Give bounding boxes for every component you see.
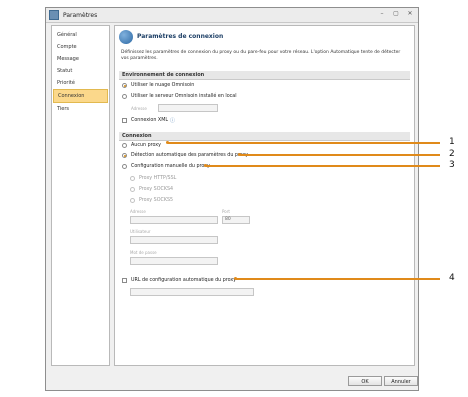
radio-no-proxy[interactable] bbox=[122, 143, 127, 148]
settings-window: Paramètres – ▢ ✕ Général Compte Message … bbox=[45, 7, 419, 391]
globe-icon bbox=[119, 30, 133, 44]
callout-number-4: 4 bbox=[449, 273, 455, 283]
option-no-proxy[interactable]: Aucun proxy bbox=[122, 143, 161, 148]
env-address-label: Adresse bbox=[131, 106, 147, 111]
option-pac-url-label: URL de configuration automatique du prox… bbox=[131, 278, 237, 283]
proxy-password-label: Mot de passe bbox=[130, 250, 157, 255]
connection-settings-panel: Paramètres de connexion Définissez les p… bbox=[114, 25, 415, 366]
option-proxy-http[interactable]: Proxy HTTP/SSL bbox=[130, 176, 176, 181]
callout-line-2 bbox=[240, 154, 440, 156]
minimize-icon[interactable]: – bbox=[378, 10, 386, 17]
option-auto-proxy[interactable]: Détection automatique des paramètres du … bbox=[122, 153, 248, 158]
proxy-password-field[interactable] bbox=[130, 257, 218, 265]
option-proxy-socks5-label: Proxy SOCKS5 bbox=[139, 198, 174, 203]
settings-sidebar: Général Compte Message Statut Priorité C… bbox=[51, 25, 110, 366]
option-no-proxy-label: Aucun proxy bbox=[131, 143, 161, 148]
option-pac-url[interactable]: URL de configuration automatique du prox… bbox=[122, 278, 236, 283]
callout-dot-2 bbox=[238, 153, 241, 156]
option-proxy-http-label: Proxy HTTP/SSL bbox=[139, 176, 177, 181]
option-manual-proxy[interactable]: Configuration manuelle du proxy bbox=[122, 164, 210, 169]
option-xml[interactable]: Connexion XML ⓘ bbox=[122, 117, 175, 124]
sidebar-item-connection[interactable]: Connexion bbox=[53, 89, 108, 103]
option-local-server-label: Utiliser le serveur Omnisoin installé en… bbox=[131, 94, 237, 99]
proxy-user-label: Utilisateur bbox=[130, 229, 151, 234]
sidebar-item-priority[interactable]: Priorité bbox=[52, 77, 109, 89]
radio-manual-proxy[interactable] bbox=[122, 164, 127, 169]
sidebar-item-general[interactable]: Général bbox=[52, 29, 109, 41]
callout-dot-1 bbox=[166, 141, 169, 144]
section-header-connection: Connexion bbox=[119, 132, 410, 141]
proxy-address-field[interactable] bbox=[130, 216, 218, 224]
checkbox-pac-url[interactable] bbox=[122, 278, 127, 283]
callout-number-1: 1 bbox=[449, 137, 455, 147]
cancel-button[interactable]: Annuler bbox=[384, 376, 418, 386]
ok-button[interactable]: OK bbox=[348, 376, 382, 386]
option-cloud-label: Utiliser le nuage Omnisoin bbox=[131, 83, 195, 88]
env-address-field[interactable] bbox=[158, 104, 218, 112]
sidebar-item-account[interactable]: Compte bbox=[52, 41, 109, 53]
callout-number-2: 2 bbox=[449, 149, 455, 159]
radio-proxy-http[interactable] bbox=[130, 176, 135, 181]
proxy-user-field[interactable] bbox=[130, 236, 218, 244]
close-icon[interactable]: ✕ bbox=[406, 10, 414, 17]
radio-proxy-socks4[interactable] bbox=[130, 187, 135, 192]
callout-line-4 bbox=[236, 278, 440, 280]
radio-cloud[interactable] bbox=[122, 83, 127, 88]
panel-description: Définissez les paramètres de connexion d… bbox=[121, 50, 401, 61]
option-auto-proxy-label: Détection automatique des paramètres du … bbox=[131, 153, 249, 158]
callout-dot-4 bbox=[234, 277, 237, 280]
maximize-icon[interactable]: ▢ bbox=[392, 10, 400, 17]
radio-proxy-socks5[interactable] bbox=[130, 198, 135, 203]
callout-number-3: 3 bbox=[449, 160, 455, 170]
page-title: Paramètres de connexion bbox=[137, 33, 224, 40]
option-proxy-socks5[interactable]: Proxy SOCKS5 bbox=[130, 198, 173, 203]
checkbox-xml[interactable] bbox=[122, 118, 127, 123]
sidebar-item-status[interactable]: Statut bbox=[52, 65, 109, 77]
radio-local-server[interactable] bbox=[122, 94, 127, 99]
pac-url-field[interactable] bbox=[130, 288, 254, 296]
option-cloud[interactable]: Utiliser le nuage Omnisoin bbox=[122, 83, 194, 88]
option-proxy-socks4-label: Proxy SOCKS4 bbox=[139, 187, 174, 192]
callout-line-3 bbox=[206, 165, 440, 167]
sidebar-item-third-party[interactable]: Tiers bbox=[52, 103, 109, 115]
info-icon[interactable]: ⓘ bbox=[170, 117, 175, 124]
proxy-port-field[interactable]: 80 bbox=[222, 216, 250, 224]
app-icon bbox=[49, 10, 59, 20]
callout-line-1 bbox=[168, 142, 440, 144]
window-title: Paramètres bbox=[63, 11, 98, 19]
section-header-environment: Environnement de connexion bbox=[119, 71, 410, 80]
option-local-server[interactable]: Utiliser le serveur Omnisoin installé en… bbox=[122, 94, 237, 99]
proxy-address-label: Adresse bbox=[130, 209, 146, 214]
radio-auto-proxy[interactable] bbox=[122, 153, 127, 158]
option-proxy-socks4[interactable]: Proxy SOCKS4 bbox=[130, 187, 173, 192]
sidebar-item-message[interactable]: Message bbox=[52, 53, 109, 65]
option-manual-proxy-label: Configuration manuelle du proxy bbox=[131, 164, 210, 169]
title-bar: Paramètres – ▢ ✕ bbox=[46, 8, 418, 23]
callout-dot-3 bbox=[204, 164, 207, 167]
proxy-port-label: Port bbox=[222, 209, 230, 214]
option-xml-label: Connexion XML bbox=[131, 118, 169, 123]
